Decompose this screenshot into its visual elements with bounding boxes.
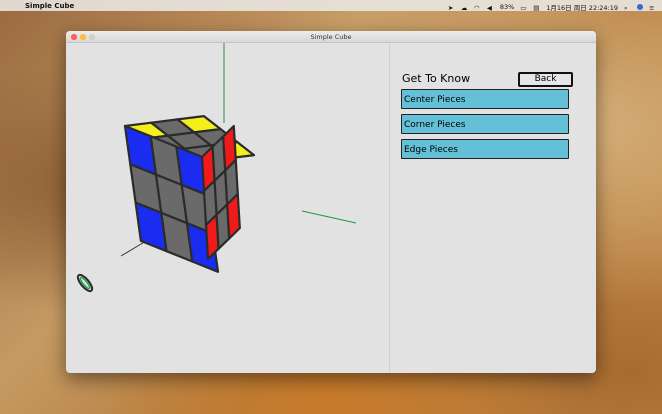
battery-percent[interactable]: 83%: [500, 3, 514, 11]
panel-title: Get To Know: [402, 72, 471, 85]
cloud-icon[interactable]: ☁: [461, 4, 468, 12]
status-area: ➤ ☁ ◠ ◀ 83% ▭ ▤ 1月16日 周日 22:24:19 ⌕ ≡: [448, 2, 656, 12]
menubar: Simple Cube ➤ ☁ ◠ ◀ 83% ▭ ▤ 1月16日 周日 22:…: [0, 0, 662, 12]
z-axis: [301, 210, 357, 224]
title-bar[interactable]: Simple Cube: [66, 31, 596, 43]
edge-pieces-button[interactable]: Edge Pieces: [401, 139, 569, 159]
spotlight-icon[interactable]: ⌕: [624, 4, 631, 12]
app-window: Simple Cube Get To Know Back Center Piec…: [66, 31, 596, 373]
cube-scene[interactable]: [66, 43, 389, 373]
flag-icon[interactable]: ▤: [533, 4, 540, 12]
siri-icon[interactable]: [637, 3, 643, 10]
window-title: Simple Cube: [310, 32, 352, 41]
corner-pieces-button[interactable]: Corner Pieces: [401, 114, 569, 134]
back-button[interactable]: Back: [518, 72, 573, 87]
volume-icon[interactable]: ◀: [487, 4, 494, 12]
x-axis: [120, 240, 147, 257]
center-pieces-button[interactable]: Center Pieces: [401, 89, 569, 109]
location-icon[interactable]: ➤: [448, 4, 455, 12]
rubiks-cube[interactable]: [123, 114, 256, 273]
cube-viewport[interactable]: [66, 43, 389, 373]
app-menu-name[interactable]: Simple Cube: [25, 2, 74, 10]
rotation-handle-icon[interactable]: [76, 273, 95, 293]
battery-icon[interactable]: ▭: [520, 4, 527, 12]
wifi-icon[interactable]: ◠: [474, 4, 481, 12]
clock[interactable]: 1月16日 周日 22:24:19: [546, 2, 618, 12]
panel-divider: [389, 43, 390, 373]
control-center-icon[interactable]: ≡: [649, 4, 656, 12]
